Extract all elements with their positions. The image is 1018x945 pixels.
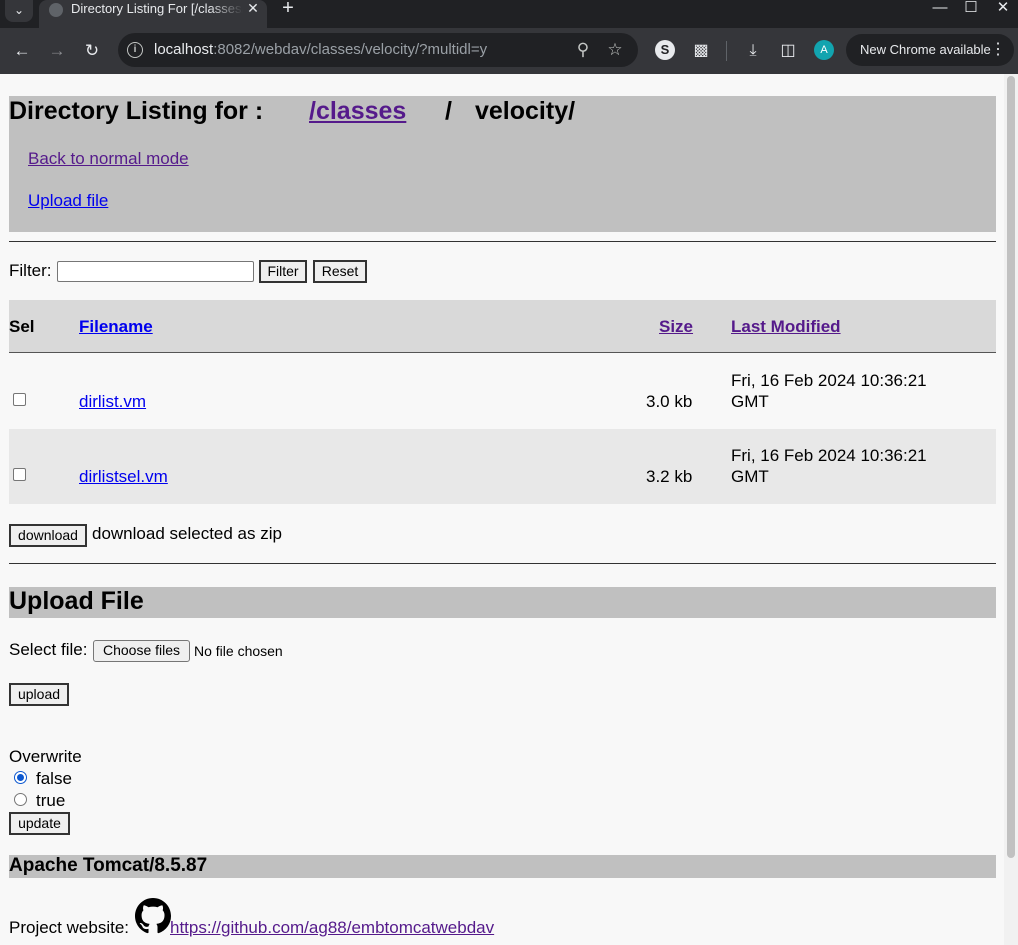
plus-icon[interactable]: + [278, 0, 298, 18]
favicon-icon [49, 3, 63, 17]
toolbar-divider [726, 41, 727, 61]
file-size: 3.2 kb [646, 467, 693, 486]
side-panel-icon[interactable]: ◫ [776, 39, 800, 63]
extensions-icon[interactable]: ▩ [689, 39, 713, 63]
upload-heading: Upload File [9, 587, 144, 615]
choose-files-button[interactable]: Choose files [93, 640, 190, 662]
reset-button[interactable]: Reset [313, 260, 367, 283]
chrome-update-button[interactable]: New Chrome available ⋮ [846, 34, 1014, 66]
sync-icon[interactable]: S [655, 40, 675, 60]
address-bar[interactable]: i localhost:8082/webdav/classes/velocity… [118, 33, 638, 67]
browser-tab[interactable]: Directory Listing For [/classes/velocity… [39, 0, 267, 28]
upload-section-title: Upload File [9, 587, 996, 618]
server-version: Apache Tomcat/8.5.87 [9, 855, 208, 876]
table-row: dirlist.vm 3.0 kb Fri, 16 Feb 2024 10:36… [9, 354, 996, 429]
server-info-bar: Apache Tomcat/8.5.87 [9, 855, 996, 878]
modified-date: Fri, 16 Feb 2024 10:36:21 [731, 371, 927, 390]
path-link-classes[interactable]: /classes [309, 97, 406, 126]
update-label: New Chrome available [860, 42, 991, 57]
divider [9, 241, 996, 242]
overwrite-false-radio[interactable] [14, 771, 27, 784]
url-text[interactable]: localhost:8082/webdav/classes/velocity/?… [154, 41, 487, 58]
overwrite-false-label: false [36, 769, 72, 788]
table-row: dirlistsel.vm 3.2 kb Fri, 16 Feb 2024 10… [9, 429, 996, 504]
file-modified: Fri, 16 Feb 2024 10:36:21 GMT [731, 445, 927, 487]
url-host: localhost [154, 41, 214, 58]
forward-icon[interactable]: → [45, 39, 69, 63]
minimize-icon[interactable]: — [927, 0, 953, 19]
url-path: :8082/webdav/classes/velocity/?multidl=y [213, 41, 488, 58]
site-info-icon[interactable]: i [127, 42, 143, 58]
zoom-icon[interactable]: ⚲ [573, 40, 593, 60]
col-size-sort[interactable]: Size [659, 317, 693, 337]
avatar[interactable]: A [814, 40, 834, 60]
upload-file-link[interactable]: Upload file [28, 191, 108, 211]
back-icon[interactable]: ← [10, 39, 34, 63]
current-dir: velocity/ [475, 97, 576, 125]
update-button[interactable]: update [9, 812, 70, 835]
project-label: Project website: [9, 918, 129, 937]
col-filename-sort[interactable]: Filename [79, 317, 153, 337]
table-header: Sel Filename Size Last Modified [9, 300, 996, 353]
row-select-checkbox[interactable] [13, 468, 26, 481]
maximize-icon[interactable]: ☐ [958, 0, 984, 19]
file-size: 3.0 kb [646, 392, 693, 411]
modified-tz: GMT [731, 392, 769, 411]
browser-chrome: ⌄ Directory Listing For [/classes/veloci… [0, 0, 1018, 74]
close-icon[interactable]: ✕ [245, 0, 261, 18]
file-link[interactable]: dirlistsel.vm [79, 467, 168, 487]
col-sel: Sel [9, 317, 35, 336]
download-button[interactable]: download [9, 524, 87, 547]
menu-dots-icon[interactable]: ⋮ [990, 39, 1006, 61]
file-modified: Fri, 16 Feb 2024 10:36:21 GMT [731, 370, 927, 412]
filter-button[interactable]: Filter [259, 260, 307, 283]
project-website-link[interactable]: https://github.com/ag88/embtomcatwebdav [170, 918, 494, 938]
title-prefix: Directory Listing for : [9, 97, 264, 125]
reload-icon[interactable]: ↻ [80, 39, 104, 63]
row-select-checkbox[interactable] [13, 393, 26, 406]
download-icon[interactable]: ⤓ [741, 39, 765, 63]
scrollbar-thumb[interactable] [1007, 76, 1015, 858]
listing-header: Directory Listing for : /classes / veloc… [9, 96, 996, 232]
page-scrollbar[interactable] [1004, 74, 1018, 945]
bookmark-star-icon[interactable]: ☆ [605, 40, 625, 60]
file-link[interactable]: dirlist.vm [79, 392, 146, 412]
select-file-label: Select file: [9, 640, 88, 659]
tab-list-icon[interactable]: ⌄ [5, 0, 33, 22]
upload-button[interactable]: upload [9, 683, 69, 706]
path-separator: / [445, 97, 452, 125]
divider [9, 563, 996, 564]
modified-tz: GMT [731, 467, 769, 486]
no-file-chosen-text: No file chosen [194, 643, 283, 659]
overwrite-label: Overwrite [9, 747, 82, 766]
page-content: Directory Listing for : /classes / veloc… [0, 74, 1004, 945]
github-icon[interactable] [135, 898, 171, 934]
back-to-normal-link[interactable]: Back to normal mode [28, 149, 189, 169]
overwrite-true-label: true [36, 791, 66, 810]
modified-date: Fri, 16 Feb 2024 10:36:21 [731, 446, 927, 465]
filter-label: Filter: [9, 261, 52, 280]
window-close-icon[interactable]: ✕ [990, 0, 1016, 19]
tab-title: Directory Listing For [/classes/velocity… [71, 1, 243, 16]
download-caption: download selected as zip [92, 524, 282, 543]
browser-toolbar: ← → ↻ i localhost:8082/webdav/classes/ve… [0, 28, 1018, 74]
filter-input[interactable] [57, 261, 254, 282]
overwrite-true-radio[interactable] [14, 793, 27, 806]
tab-strip: ⌄ Directory Listing For [/classes/veloci… [0, 0, 1018, 28]
col-modified-sort[interactable]: Last Modified [731, 317, 841, 337]
